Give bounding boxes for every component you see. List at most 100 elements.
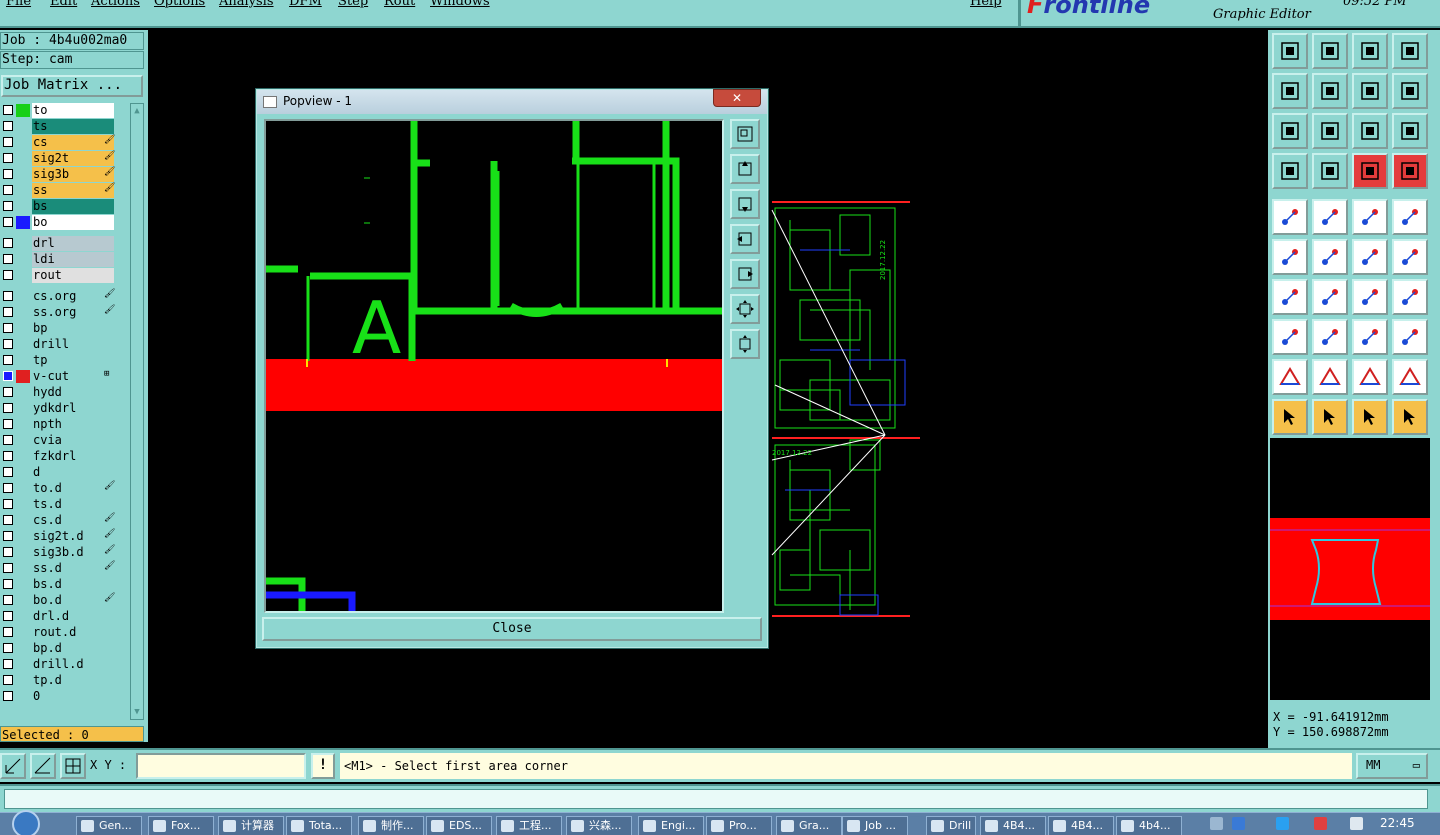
center-button[interactable] xyxy=(1312,113,1348,149)
layer-checkbox[interactable] xyxy=(3,451,13,461)
popview-center-button[interactable] xyxy=(730,329,760,359)
taskbar-item[interactable]: 制作... xyxy=(358,816,424,835)
zoom-home-button[interactable] xyxy=(1272,33,1308,69)
taskbar-item[interactable]: 4b4... xyxy=(1116,816,1182,835)
layer-checkbox[interactable] xyxy=(3,659,13,669)
layer-row[interactable]: ydkdrl xyxy=(0,401,116,416)
layer-name[interactable]: ss.d xyxy=(32,561,114,576)
layer-name[interactable]: v-cut xyxy=(32,369,114,384)
layer-name[interactable]: hydd xyxy=(32,385,114,400)
taskbar-item[interactable]: Fox... xyxy=(148,816,214,835)
layer-row[interactable]: cs.d 🖌 xyxy=(0,513,116,528)
zoom-in-button[interactable] xyxy=(1312,33,1348,69)
units-select[interactable]: MM ▭ xyxy=(1356,753,1428,779)
select-box-button[interactable] xyxy=(1312,399,1348,435)
taskbar-item[interactable]: Gra... xyxy=(776,816,842,835)
layer-color-swatch[interactable] xyxy=(16,370,30,383)
layer-name[interactable]: ss.org xyxy=(32,305,114,320)
layer-row[interactable]: tp xyxy=(0,353,116,368)
layer-checkbox[interactable] xyxy=(3,201,13,211)
layer-color-swatch[interactable] xyxy=(16,306,30,319)
layer-color-swatch[interactable] xyxy=(16,136,30,149)
layer-name[interactable]: rout.d xyxy=(32,625,114,640)
layer-row[interactable]: fzkdrl xyxy=(0,449,116,464)
layer-row[interactable]: sig3b.d 🖌 xyxy=(0,545,116,560)
arc-button[interactable] xyxy=(1392,239,1428,275)
layer-row[interactable]: bp.d xyxy=(0,641,116,656)
layer-checkbox[interactable] xyxy=(3,483,13,493)
layer-name[interactable]: bs xyxy=(32,199,114,214)
layer-checkbox[interactable] xyxy=(3,307,13,317)
popview-fit-button[interactable] xyxy=(730,294,760,324)
layer-row[interactable]: drl xyxy=(0,236,116,251)
layer-row[interactable]: cs 🖌 xyxy=(0,135,116,150)
close-icon[interactable]: ✕ xyxy=(713,89,761,107)
layer-row[interactable]: cvia xyxy=(0,433,116,448)
menu-actions[interactable]: Actions xyxy=(91,0,140,9)
layer-color-swatch[interactable] xyxy=(16,354,30,367)
browser-tray-icon[interactable] xyxy=(1276,817,1289,830)
layer-row[interactable]: 0 xyxy=(0,689,116,704)
layer-row[interactable]: ss 🖌 xyxy=(0,183,116,198)
layer-checkbox[interactable] xyxy=(3,467,13,477)
layer-row[interactable]: drill.d xyxy=(0,657,116,672)
layer-row[interactable]: ss.org 🖌 xyxy=(0,305,116,320)
scroll-down-icon[interactable]: ▼ xyxy=(132,706,142,718)
taskbar-item[interactable]: Job ... xyxy=(842,816,908,835)
layer-row[interactable]: bp xyxy=(0,321,116,336)
layer-name[interactable]: d xyxy=(32,465,114,480)
layer-checkbox[interactable] xyxy=(3,531,13,541)
net-button[interactable] xyxy=(1352,153,1388,189)
layer-color-swatch[interactable] xyxy=(16,253,30,266)
popview-pan-up-button[interactable] xyxy=(730,154,760,184)
triangle-button[interactable] xyxy=(1272,359,1308,395)
layer-color-swatch[interactable] xyxy=(16,674,30,687)
probe-button[interactable] xyxy=(1312,153,1348,189)
layer-checkbox[interactable] xyxy=(3,105,13,115)
layer-color-swatch[interactable] xyxy=(16,594,30,607)
line-button[interactable] xyxy=(1352,239,1388,275)
layer-checkbox[interactable] xyxy=(3,153,13,163)
layer-row[interactable]: drl.d xyxy=(0,609,116,624)
zoom-out-button[interactable] xyxy=(1352,33,1388,69)
layer-name[interactable]: drl xyxy=(32,236,114,251)
taskbar-item[interactable]: 计算器 xyxy=(218,816,284,835)
feature-button[interactable] xyxy=(1312,199,1348,235)
layer-name[interactable]: to xyxy=(32,103,114,118)
scroll-up-icon[interactable]: ▲ xyxy=(132,105,142,117)
layer-checkbox[interactable] xyxy=(3,121,13,131)
poly-button[interactable] xyxy=(1312,359,1348,395)
popview-canvas[interactable]: A xyxy=(264,119,724,613)
layer-row[interactable]: rout xyxy=(0,268,116,283)
taskbar-item[interactable]: Engi... xyxy=(638,816,704,835)
layer-color-swatch[interactable] xyxy=(16,562,30,575)
layer-row[interactable]: cs.org 🖌 xyxy=(0,289,116,304)
execute-button[interactable]: ! xyxy=(311,753,335,779)
layer-checkbox[interactable] xyxy=(3,435,13,445)
layer-name[interactable]: drill xyxy=(32,337,114,352)
popview-pan-right-button[interactable] xyxy=(730,259,760,289)
layer-name[interactable]: tp.d xyxy=(32,673,114,688)
job-matrix-button[interactable]: Job Matrix ... xyxy=(1,75,143,97)
layer-color-swatch[interactable] xyxy=(16,514,30,527)
layer-row[interactable]: bs.d xyxy=(0,577,116,592)
snap-button[interactable] xyxy=(1272,153,1308,189)
text-button[interactable] xyxy=(1392,279,1428,315)
taskbar-item[interactable]: EDS... xyxy=(426,816,492,835)
layer-name[interactable]: sig3b xyxy=(32,167,114,182)
rotate-button[interactable] xyxy=(1352,279,1388,315)
layer-checkbox[interactable] xyxy=(3,323,13,333)
layer-color-swatch[interactable] xyxy=(16,216,30,229)
xy-input[interactable] xyxy=(136,753,306,779)
ratio-button[interactable] xyxy=(1352,113,1388,149)
layer-color-swatch[interactable] xyxy=(16,152,30,165)
layer-scrollbar[interactable]: ▲ ▼ xyxy=(130,103,144,720)
outline-button[interactable] xyxy=(1392,359,1428,395)
pan-left-button[interactable] xyxy=(1272,73,1308,109)
menu-file[interactable]: File xyxy=(6,0,31,9)
fit-button[interactable] xyxy=(1272,113,1308,149)
layer-name[interactable]: fzkdrl xyxy=(32,449,114,464)
layer-checkbox[interactable] xyxy=(3,547,13,557)
menu-dfm[interactable]: DFM xyxy=(289,0,322,9)
layer-checkbox[interactable] xyxy=(3,579,13,589)
